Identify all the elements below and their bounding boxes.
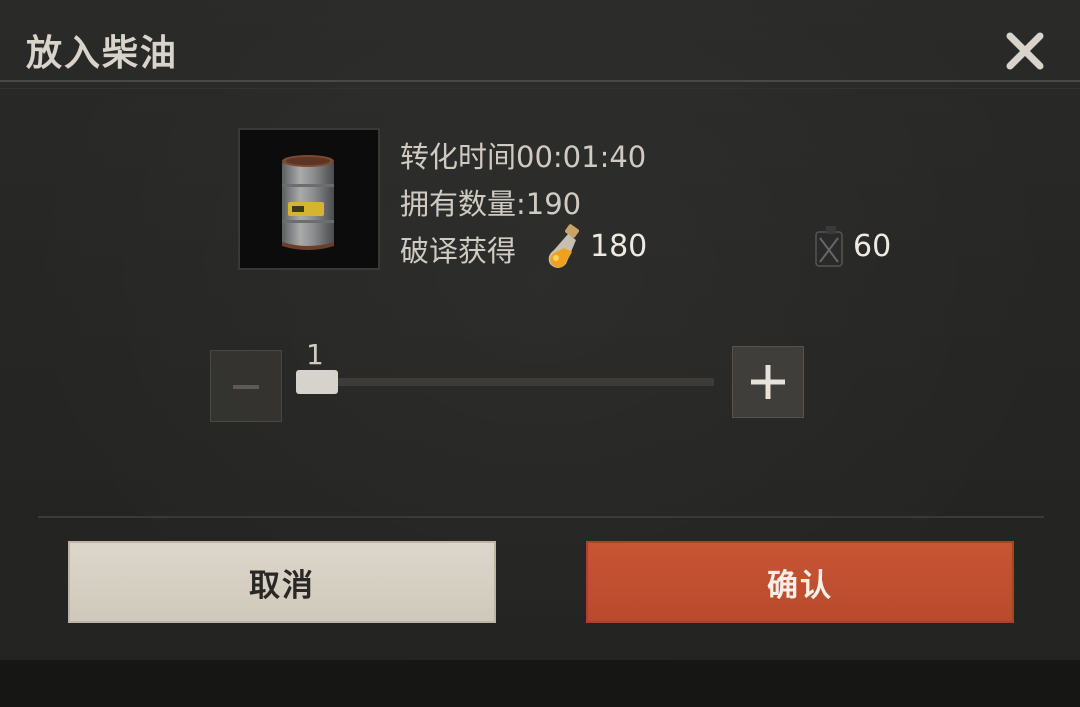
plus-icon bbox=[751, 365, 785, 399]
quantity-slider-track[interactable] bbox=[300, 378, 714, 386]
close-icon[interactable] bbox=[1002, 28, 1048, 74]
dialog-title: 放入柴油 bbox=[26, 33, 179, 74]
item-slot bbox=[238, 128, 380, 270]
jerry-can-icon bbox=[815, 226, 843, 267]
quantity-slider-handle[interactable] bbox=[296, 370, 338, 394]
confirm-button[interactable]: 确认 bbox=[586, 541, 1014, 623]
yield-value-jerry-can: 60 bbox=[853, 229, 892, 264]
cancel-button[interactable]: 取消 bbox=[68, 541, 496, 623]
quantity-value: 1 bbox=[306, 338, 324, 371]
buttons-divider bbox=[38, 516, 1044, 518]
oil-barrel-icon bbox=[282, 155, 334, 250]
minus-icon bbox=[233, 385, 259, 389]
owned-count: 拥有数量:190 bbox=[400, 187, 582, 221]
convert-time: 转化时间00:01:40 bbox=[400, 140, 647, 174]
yield-value-potion: 180 bbox=[590, 229, 648, 264]
put-diesel-dialog: 放入柴油 转化时间00:01:40 拥有数量:190 破译获得 180 60 1… bbox=[0, 0, 1080, 707]
title-divider bbox=[0, 80, 1080, 82]
background-strip bbox=[0, 660, 1080, 707]
yield-label: 破译获得 bbox=[400, 234, 517, 268]
decrease-button[interactable] bbox=[210, 350, 282, 422]
title-divider-secondary bbox=[0, 88, 1080, 89]
increase-button[interactable] bbox=[732, 346, 804, 418]
orange-potion-bottle-icon bbox=[548, 224, 579, 268]
